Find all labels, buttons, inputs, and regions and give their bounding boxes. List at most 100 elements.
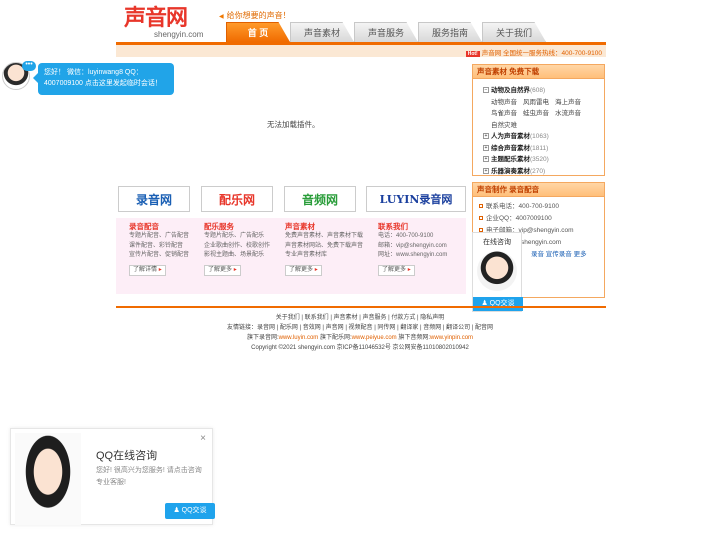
- footer: 关于我们 | 联系我们 | 声音素材 | 声音服务 | 付款方式 | 隐私声明 …: [190, 313, 530, 353]
- footer-site-label: 旗下配乐网:: [319, 335, 352, 341]
- tree-sub-row: 自然灾难: [483, 120, 604, 132]
- service-title[interactable]: 录音配音: [129, 222, 201, 232]
- qq-icon: ♟: [173, 507, 180, 514]
- qq-card-chat-button[interactable]: ♟ QQ交谈: [165, 503, 215, 519]
- qq-card-text: 您好! 很高兴为您服务! 请点击咨询专业客服!: [96, 467, 202, 486]
- consultant-photo: [15, 433, 81, 525]
- hotline-text: 声音网 全国统一服务热线：400-700-9100: [481, 50, 602, 57]
- materials-panel-title: 声音素材 免费下载: [473, 65, 604, 79]
- service-column: 录音配音 专题片配音、广告配音 课件配音、彩铃配音 宣传片配音、促销配音 了解详…: [129, 222, 201, 276]
- nav-tab-guide[interactable]: 服务指南: [418, 22, 482, 42]
- tree-node[interactable]: + 人为声音素材(1063): [483, 131, 604, 143]
- materials-tree: − 动物及自然界(608) 动物声音 风雨雷电 海上声音 鸟雀声音 蛙虫声音 水流声音 自…: [473, 79, 604, 176]
- qq-chat-button[interactable]: ♟ QQ交谈: [473, 297, 523, 311]
- footer-site-label: 旗下录音网:: [246, 335, 279, 341]
- service-line: 专题片配乐、广告配乐: [204, 233, 265, 239]
- brand-logo-yinpin[interactable]: 音频网: [284, 186, 356, 212]
- tree-sub-row: 动物声音 风雨雷电 海上声音: [483, 97, 604, 109]
- hotline: Hot! 声音网 全国统一服务热线：400-700-9100: [465, 47, 602, 57]
- tree-leaf[interactable]: 风雨雷电: [523, 99, 549, 106]
- tree-node-label: 动物及自然界: [491, 87, 530, 94]
- service-line: 课件配音、彩铃配音: [129, 242, 184, 249]
- nav-tab-services[interactable]: 声音服务: [354, 22, 418, 42]
- chat-bubble[interactable]: 您好！ 微信：luyinwang8 QQ： 4007009100 点击这里发起临…: [33, 63, 174, 95]
- bullet-icon: [479, 204, 483, 209]
- footer-site-link[interactable]: www.peiyue.com: [352, 335, 397, 341]
- footer-site-label: 旗下音频网:: [398, 335, 431, 341]
- contact-phone: 联系电话：400-700-9100: [486, 203, 559, 210]
- qq-consult-float: 在线咨询 ♟ QQ交谈: [472, 232, 523, 312]
- tree-node-count: (1811): [530, 144, 549, 152]
- tree-node-label: 综合声音素材: [491, 144, 530, 152]
- hot-badge: Hot!: [465, 51, 480, 57]
- chat-line-2: 4007009100 点击这里发起临时会话！: [44, 80, 162, 87]
- tree-leaf[interactable]: 动物声音: [491, 99, 517, 106]
- bullet-icon: [479, 216, 483, 221]
- close-icon[interactable]: ×: [200, 433, 206, 444]
- footer-site-link[interactable]: www.luyin.com: [279, 335, 319, 341]
- service-line: 网址：www.shengyin.com: [378, 252, 448, 258]
- service-title[interactable]: 声音素材: [285, 222, 369, 232]
- arrow-left-icon: ◀: [219, 14, 224, 20]
- contact-row: 企业QQ：4007009100: [473, 213, 604, 225]
- tree-node[interactable]: + 综合声音素材(1811): [483, 143, 604, 155]
- tree-leaf[interactable]: 蛙虫声音: [523, 110, 549, 117]
- footer-divider: [116, 306, 606, 308]
- tree-leaf[interactable]: 水流声音: [555, 110, 581, 117]
- consultant-photo: [477, 251, 517, 291]
- service-line: 邮箱：vip@shengyin.com: [378, 242, 447, 249]
- tree-leaf[interactable]: 鸟雀声音: [491, 110, 517, 117]
- qq-card-button-label: QQ交谈: [181, 507, 207, 514]
- service-more-button[interactable]: 了解详情 ▸: [129, 264, 166, 276]
- brand-logo-luyin-en[interactable]: LUYIN录音网: [366, 186, 466, 212]
- tree-node[interactable]: + 主题配乐素材(3520): [483, 154, 604, 166]
- footer-links[interactable]: 关于我们 | 联系我们 | 声音素材 | 声音服务 | 付款方式 | 隐私声明: [190, 313, 530, 323]
- footer-friend-links[interactable]: 友情链接：录音网 | 配乐网 | 音效网 | 声音网 | 视频配音 | 同传网 …: [190, 323, 530, 333]
- contact-panel-title: 声音制作 录音配音: [473, 183, 604, 197]
- play-icon: ▸: [158, 266, 162, 273]
- site-logo[interactable]: 声音网 shengyin.com: [124, 6, 204, 42]
- tree-leaf[interactable]: 自然灾难: [491, 122, 517, 129]
- tagline-text: 给你想要的声音！: [226, 11, 291, 20]
- logo-text: 声音网: [124, 5, 188, 31]
- service-more-label: 了解详情: [133, 266, 158, 273]
- tree-node-count: (270): [530, 167, 546, 175]
- play-icon: ▸: [314, 266, 318, 273]
- tree-node[interactable]: − 动物及自然界(608): [483, 85, 604, 97]
- plugin-error-message: 无法加载插件。: [267, 120, 320, 129]
- service-more-label: 了解更多: [289, 266, 314, 273]
- footer-site-link[interactable]: www.yinpin.com: [430, 335, 473, 341]
- service-line: 宣传片配音、促销配音: [129, 252, 190, 258]
- play-icon: ▸: [233, 266, 237, 273]
- nav-tab-about[interactable]: 关于我们: [482, 22, 546, 42]
- expand-icon[interactable]: +: [483, 167, 489, 174]
- service-title[interactable]: 联系我们: [378, 222, 466, 232]
- contact-more-link[interactable]: 录音 宣传录音 更多: [531, 251, 587, 258]
- footer-sites: 旗下录音网:www.luyin.com 旗下配乐网:www.peiyue.com…: [190, 333, 530, 343]
- qq-card-title: QQ在线咨询: [96, 450, 158, 462]
- service-column: 声音素材 免费声音素材、声音素材下载 声音素材网站、免费下载声音 专业声音素材库…: [285, 222, 369, 276]
- expand-icon[interactable]: +: [483, 156, 489, 163]
- service-more-button[interactable]: 了解更多 ▸: [204, 264, 241, 276]
- service-more-label: 了解更多: [382, 266, 407, 273]
- expand-icon[interactable]: +: [483, 133, 489, 140]
- collapse-icon[interactable]: −: [483, 87, 489, 94]
- footer-copyright: Copyright ©2021 shengyin.com 京ICP备110465…: [251, 345, 469, 351]
- service-line: 专题片配音、广告配音: [129, 233, 190, 239]
- nav-tab-materials[interactable]: 声音素材: [290, 22, 354, 42]
- tree-node[interactable]: + 乐器演奏素材(270): [483, 166, 604, 176]
- nav-tab-home[interactable]: 首 页: [226, 22, 290, 42]
- brand-logo-luyin[interactable]: 录音网: [118, 186, 190, 212]
- service-line: 企业歌曲创作、校歌创作: [204, 242, 271, 249]
- service-column: 配乐服务 专题片配乐、广告配乐 企业歌曲创作、校歌创作 影视主题曲、场景配乐 了…: [204, 222, 276, 276]
- service-title[interactable]: 配乐服务: [204, 222, 276, 232]
- expand-icon[interactable]: +: [483, 144, 489, 151]
- play-icon: ▸: [407, 266, 411, 273]
- service-more-button[interactable]: 了解更多 ▸: [285, 264, 322, 276]
- tree-node-label: 乐器演奏素材: [491, 167, 530, 175]
- service-line: 电话：400-700-9100: [378, 233, 434, 239]
- service-more-button[interactable]: 了解更多 ▸: [378, 264, 415, 276]
- service-more-label: 了解更多: [208, 266, 233, 273]
- tree-leaf[interactable]: 海上声音: [555, 99, 581, 106]
- brand-logo-peiyue[interactable]: 配乐网: [201, 186, 273, 212]
